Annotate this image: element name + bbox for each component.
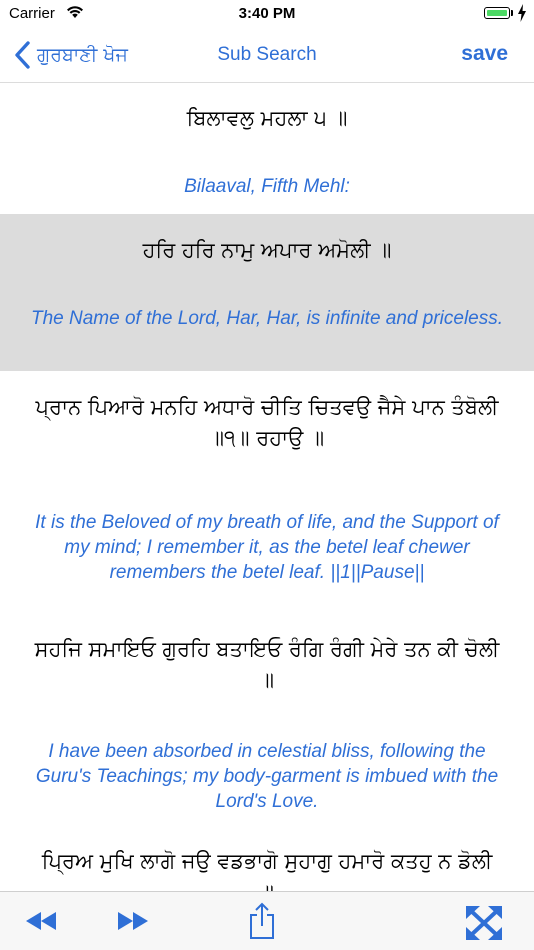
verse-gurmukhi: ਪ੍ਰਾਨ ਪਿਆਰੋ ਮਨਹਿ ਅਧਾਰੋ ਚੀਤਿ ਚਿਤਵਉ ਜੈਸੇ ਪ…	[35, 395, 499, 450]
fast-forward-icon[interactable]	[116, 910, 150, 932]
verse-translation: The Name of the Lord, Har, Har, is infin…	[30, 308, 504, 329]
bottom-toolbar	[0, 891, 534, 950]
battery-tip	[511, 10, 513, 16]
status-bar: Carrier 3:40 PM	[0, 0, 534, 28]
charging-bolt-icon	[518, 4, 526, 22]
share-icon[interactable]	[249, 902, 275, 940]
page-title: Sub Search	[217, 44, 317, 65]
battery-icon	[484, 7, 510, 19]
verse-translation: I have been absorbed in celestial bliss,…	[35, 741, 499, 812]
status-time: 3:40 PM	[238, 5, 296, 22]
verse-row[interactable]: ਸਹਜਿ ਸਮਾਇਓ ਗੁਰਹਿ ਬਤਾਇਓ ਰੰਗਿ ਰੰਗੀ ਮੇਰੇ ਤਨ…	[0, 603, 534, 835]
expand-icon[interactable]	[464, 904, 504, 942]
verse-gurmukhi: ਸਹਜਿ ਸਮਾਇਓ ਗੁਰਹਿ ਬਤਾਇਓ ਰੰਗਿ ਰੰਗੀ ਮੇਰੇ ਤਨ…	[34, 637, 500, 692]
verse-gurmukhi: ਬਿਲਾਵਲੁ ਮਹਲਾ ੫ ॥	[186, 106, 348, 130]
verse-list[interactable]: ਬਿਲਾਵਲੁ ਮਹਲਾ ੫ ॥ Bilaaval, Fifth Mehl: ਹ…	[0, 83, 534, 891]
battery-level	[487, 10, 507, 16]
verse-translation: Bilaaval, Fifth Mehl:	[184, 176, 350, 197]
save-button[interactable]: save	[461, 42, 508, 66]
verse-gurmukhi: ਹਰਿ ਹਰਿ ਨਾਮੁ ਅਪਾਰ ਅਮੋਲੀ ॥	[142, 238, 392, 262]
verse-row[interactable]: ਪ੍ਰਿਅ ਮੁਖਿ ਲਾਗੋ ਜਉ ਵਡਭਾਗੋ ਸੁਹਾਗੁ ਹਮਾਰੋ ਕ…	[0, 835, 534, 891]
verse-row[interactable]: ਬਿਲਾਵਲੁ ਮਹਲਾ ੫ ॥ Bilaaval, Fifth Mehl:	[0, 83, 534, 214]
verse-row-selected[interactable]: ਹਰਿ ਹਰਿ ਨਾਮੁ ਅਪਾਰ ਅਮੋਲੀ ॥ The Name of th…	[0, 214, 534, 371]
verse-gurmukhi: ਪ੍ਰਿਅ ਮੁਖਿ ਲਾਗੋ ਜਉ ਵਡਭਾਗੋ ਸੁਹਾਗੁ ਹਮਾਰੋ ਕ…	[41, 849, 493, 891]
verse-row[interactable]: ਪ੍ਰਾਨ ਪਿਆਰੋ ਮਨਹਿ ਅਧਾਰੋ ਚੀਤਿ ਚਿਤਵਉ ਜੈਸੇ ਪ…	[0, 371, 534, 603]
verse-translation: It is the Beloved of my breath of life, …	[35, 512, 499, 583]
navigation-bar: ਗੁਰਬਾਣੀ ਖੋਜ Sub Search save	[0, 28, 534, 83]
rewind-icon[interactable]	[24, 910, 58, 932]
